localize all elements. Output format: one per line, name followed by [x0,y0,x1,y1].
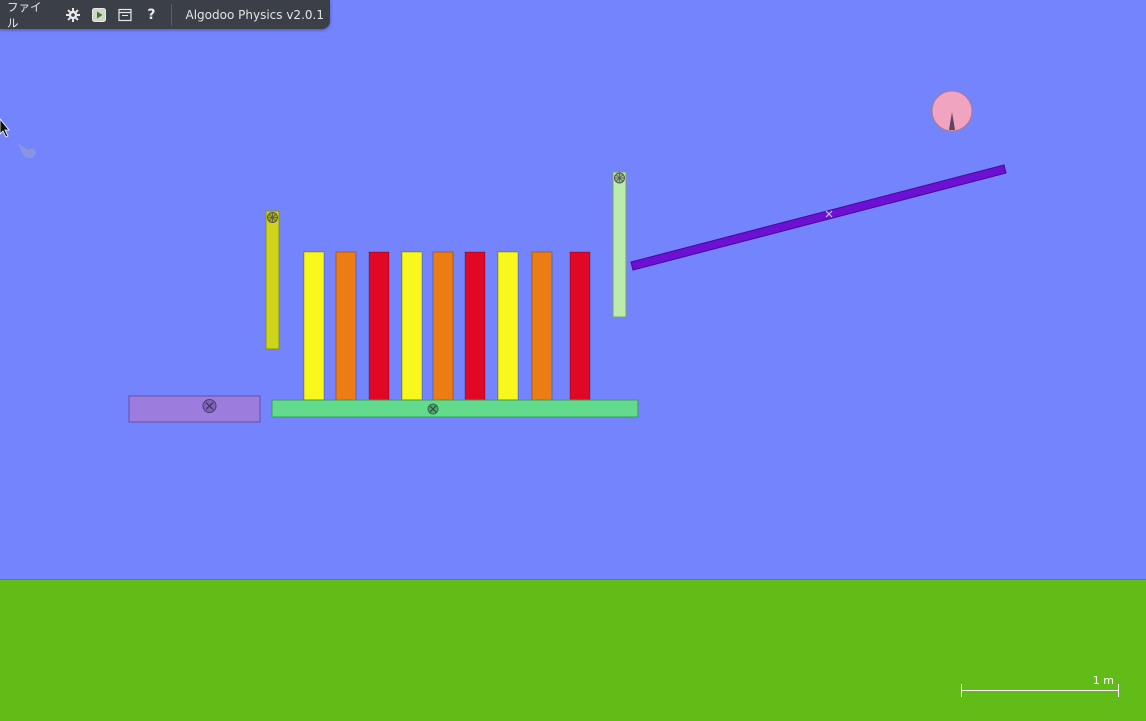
domino-row [303,251,591,401]
purple-block-fixate-icon [202,399,217,413]
ground-plane[interactable] [0,579,1146,721]
right-post-hinge-icon [614,172,625,184]
pink-ball[interactable] [931,90,973,132]
domino-orange[interactable] [531,251,553,401]
domino-yellow[interactable] [497,251,519,401]
domino-red[interactable] [569,251,591,401]
left-post[interactable] [265,210,280,350]
play-button[interactable] [86,0,112,29]
scale-bar-label: 1 m [1093,674,1114,687]
purple-block[interactable] [128,395,261,423]
base-fixate-icon [427,403,439,415]
green-base-platform[interactable] [271,399,639,418]
toolbar-separator [170,3,172,26]
app-title: Algodoo Physics v2.0.1 [185,7,324,22]
right-post[interactable] [612,171,627,318]
help-button[interactable]: ? [138,0,164,29]
left-post-hinge-icon [267,212,278,223]
window-button[interactable] [112,0,138,29]
top-toolbar: ファイル ? Algodoo Physics v2.0.1 [0,0,330,30]
domino-red[interactable] [464,251,486,401]
simulation-canvas[interactable]: 1 m [0,0,1146,721]
domino-orange[interactable] [335,251,357,401]
domino-orange[interactable] [432,251,454,401]
window-icon [118,8,132,21]
settings-button[interactable] [60,0,86,29]
domino-yellow[interactable] [303,251,325,401]
domino-yellow[interactable] [401,251,423,401]
file-menu[interactable]: ファイル [0,0,60,30]
play-icon [92,7,106,22]
domino-red[interactable] [368,251,390,401]
gear-icon [65,7,80,22]
